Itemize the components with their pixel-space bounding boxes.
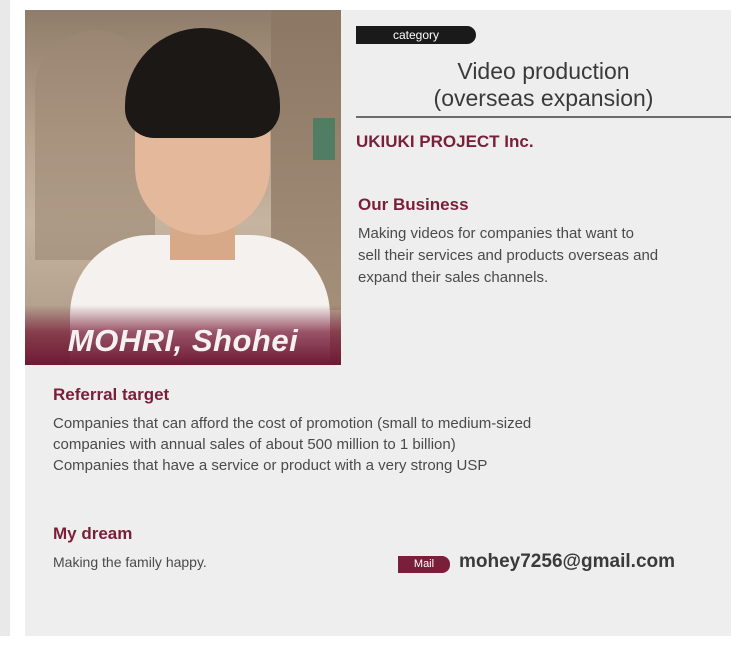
category-title-line1: Video production — [457, 58, 630, 84]
person-name: MOHRI, Shohei — [67, 323, 299, 358]
business-line: sell their services and products oversea… — [358, 247, 659, 264]
category-divider — [356, 116, 731, 118]
mail-badge: Mail — [398, 556, 450, 573]
referral-line: Companies that have a service or product… — [53, 457, 488, 474]
referral-heading: Referral target — [53, 385, 170, 404]
card-bottom-edge — [25, 636, 731, 646]
business-heading: Our Business — [358, 195, 469, 214]
profile-photo: MOHRI, Shohei — [25, 10, 341, 365]
dream-text: Making the family happy. — [53, 554, 207, 570]
referral-description: Companies that can afford the cost of pr… — [53, 413, 713, 476]
photo-exit-sign — [313, 118, 335, 160]
dream-heading: My dream — [53, 524, 133, 543]
left-margin-strip — [0, 0, 10, 636]
business-line: Making videos for companies that want to — [358, 225, 634, 242]
business-line: expand their sales channels. — [358, 269, 549, 286]
email-link[interactable]: mohey7256@gmail.com — [459, 551, 675, 573]
referral-line: Companies that can afford the cost of pr… — [53, 415, 532, 432]
category-title: Video production (overseas expansion) — [356, 58, 731, 112]
referral-line: companies with annual sales of about 500… — [53, 436, 456, 453]
category-badge: category — [356, 26, 476, 44]
category-title-line2: (overseas expansion) — [433, 85, 654, 111]
business-description: Making videos for companies that want to… — [358, 223, 728, 289]
company-name: UKIUKI PROJECT Inc. — [356, 132, 534, 151]
photo-hair — [125, 28, 280, 138]
